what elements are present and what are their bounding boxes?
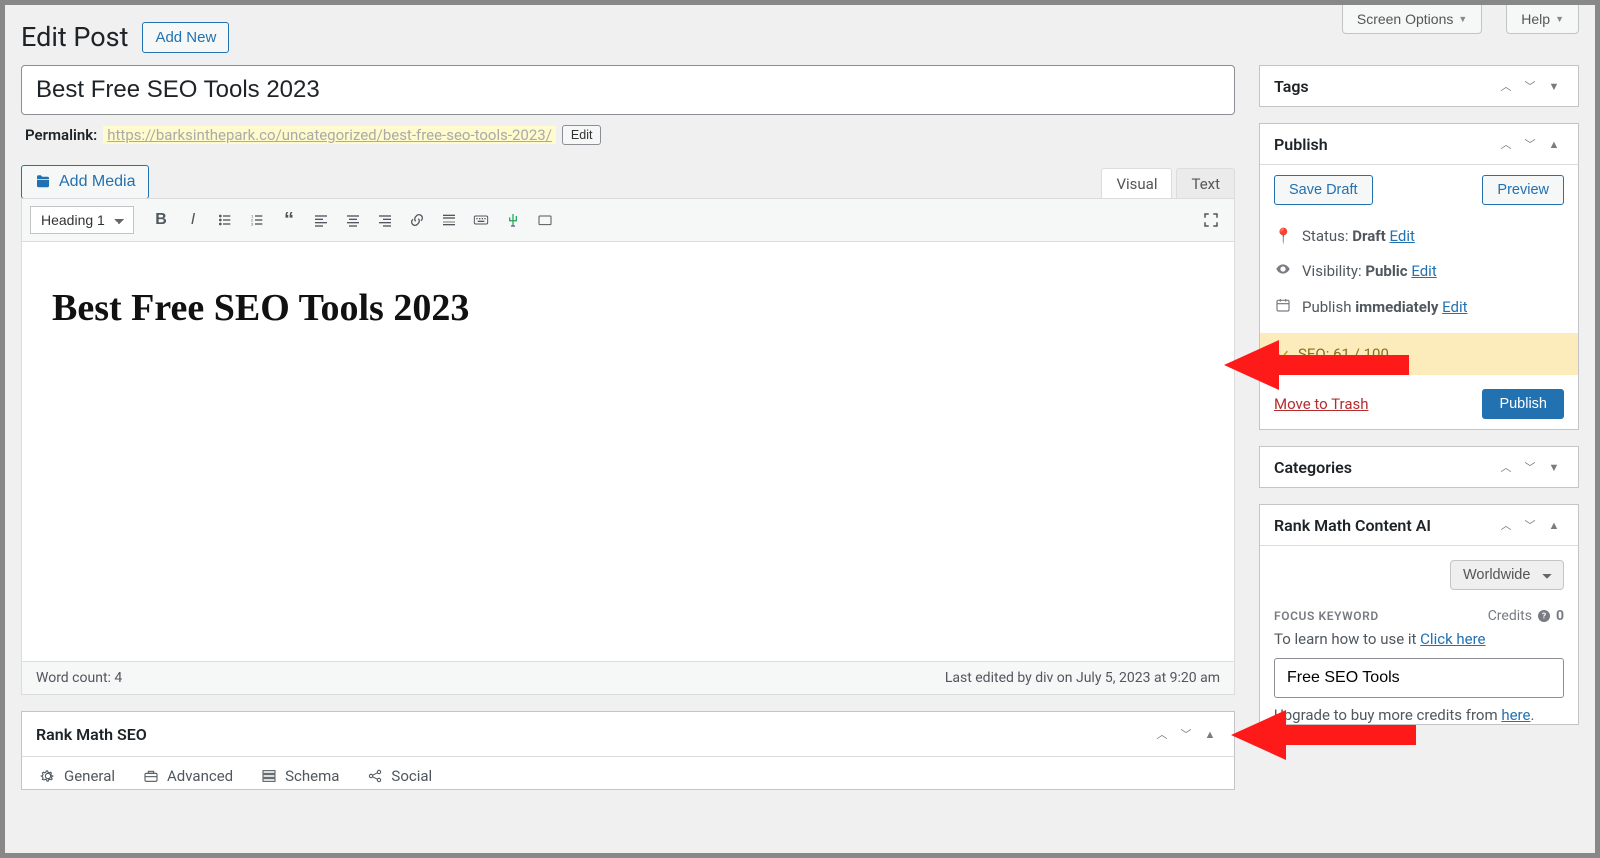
- help-button[interactable]: Help ▼: [1506, 5, 1579, 34]
- publish-button[interactable]: Publish: [1482, 389, 1564, 419]
- tab-visual[interactable]: Visual: [1101, 168, 1172, 199]
- publish-title: Publish: [1274, 135, 1328, 154]
- triangle-down-icon[interactable]: ▼: [1544, 76, 1564, 96]
- preview-button[interactable]: Preview: [1482, 175, 1564, 205]
- bullet-list-button[interactable]: [210, 205, 240, 235]
- permalink-row: Permalink: https://barksinthepark.co/unc…: [25, 125, 1235, 145]
- permalink-url[interactable]: https://barksinthepark.co/uncategorized/…: [103, 126, 556, 144]
- chevron-down-icon[interactable]: ﹀: [1520, 134, 1540, 154]
- align-left-button[interactable]: [306, 205, 336, 235]
- svg-text:?: ?: [1542, 612, 1546, 622]
- chevron-up-icon[interactable]: ︿: [1496, 134, 1516, 154]
- credits-value: 0: [1556, 608, 1564, 624]
- screen-options-label: Screen Options: [1357, 11, 1454, 27]
- chevron-up-icon[interactable]: ︿: [1496, 457, 1516, 477]
- insert-more-button[interactable]: [434, 205, 464, 235]
- annotation-arrow: [1224, 330, 1409, 400]
- chevron-down-icon: ▼: [1458, 14, 1467, 24]
- learn-link[interactable]: Click here: [1420, 630, 1485, 648]
- permalink-label: Permalink:: [25, 126, 97, 144]
- status-edit-link[interactable]: Edit: [1389, 227, 1414, 245]
- align-center-button[interactable]: [338, 205, 368, 235]
- contentai-panel: Rank Math Content AI ︿ ﹀ ▲ Worldwide FOC…: [1259, 504, 1579, 725]
- permalink-edit-button[interactable]: Edit: [562, 125, 602, 145]
- post-title-input[interactable]: [21, 65, 1235, 115]
- toolbox-icon: [143, 768, 159, 784]
- quote-button[interactable]: “: [274, 205, 304, 235]
- gear-icon: [40, 768, 56, 784]
- rankmath-title: Rank Math SEO: [36, 725, 147, 744]
- keyboard-button[interactable]: [466, 205, 496, 235]
- focus-keyword-label: FOCUS KEYWORD: [1274, 609, 1379, 623]
- add-media-label: Add Media: [59, 173, 136, 191]
- link-button[interactable]: [402, 205, 432, 235]
- last-edited: Last edited by div on July 5, 2023 at 9:…: [945, 670, 1220, 686]
- save-draft-button[interactable]: Save Draft: [1274, 175, 1373, 205]
- publish-date-edit-link[interactable]: Edit: [1442, 298, 1467, 316]
- triangle-up-icon[interactable]: ▲: [1544, 515, 1564, 535]
- svg-text:3: 3: [251, 221, 254, 226]
- editor-content[interactable]: Best Free SEO Tools 2023: [21, 242, 1235, 662]
- share-icon: [367, 768, 383, 784]
- screen-options-button[interactable]: Screen Options ▼: [1342, 5, 1482, 34]
- triangle-up-icon[interactable]: ▲: [1544, 134, 1564, 154]
- bold-button[interactable]: B: [146, 205, 176, 235]
- visibility-edit-link[interactable]: Edit: [1411, 262, 1436, 280]
- word-count: Word count: 4: [36, 670, 122, 686]
- region-select[interactable]: Worldwide: [1450, 560, 1564, 590]
- fullscreen-button[interactable]: [1196, 205, 1226, 235]
- upgrade-link[interactable]: here: [1501, 706, 1530, 724]
- credits-label: Credits: [1488, 608, 1532, 624]
- chevron-down-icon[interactable]: ﹀: [1520, 515, 1540, 535]
- chevron-up-icon[interactable]: ︿: [1496, 76, 1516, 96]
- tab-general[interactable]: General: [40, 767, 115, 785]
- format-select[interactable]: Heading 1: [30, 206, 134, 234]
- tab-social[interactable]: Social: [367, 767, 432, 785]
- focus-keyword-input[interactable]: [1274, 658, 1564, 698]
- cactus-icon[interactable]: [498, 205, 528, 235]
- tags-title: Tags: [1274, 77, 1309, 96]
- add-media-button[interactable]: Add Media: [21, 165, 149, 199]
- content-heading: Best Free SEO Tools 2023: [52, 286, 1204, 330]
- categories-title: Categories: [1274, 458, 1352, 477]
- question-icon: ?: [1536, 608, 1552, 624]
- page-title: Edit Post: [21, 21, 128, 53]
- annotation-arrow: [1231, 700, 1416, 770]
- chevron-down-icon[interactable]: ﹀: [1176, 724, 1196, 744]
- chevron-up-icon[interactable]: ︿: [1152, 724, 1172, 744]
- categories-panel: Categories ︿ ﹀ ▼: [1259, 446, 1579, 488]
- chevron-down-icon: ▼: [1555, 14, 1564, 24]
- number-list-button[interactable]: 123: [242, 205, 272, 235]
- publish-date-line: Publish immediately Edit: [1274, 289, 1564, 325]
- chevron-down-icon[interactable]: ﹀: [1520, 457, 1540, 477]
- triangle-up-icon[interactable]: ▲: [1200, 724, 1220, 744]
- eye-icon: [1274, 261, 1292, 281]
- chevron-up-icon[interactable]: ︿: [1496, 515, 1516, 535]
- rankmath-panel: Rank Math SEO ︿ ﹀ ▲ General Advanced: [21, 711, 1235, 790]
- media-icon: [34, 173, 52, 191]
- calendar-icon: [1274, 297, 1292, 317]
- italic-button[interactable]: I: [178, 205, 208, 235]
- schema-icon: [261, 768, 277, 784]
- triangle-down-icon[interactable]: ▼: [1544, 457, 1564, 477]
- pin-icon: 📍: [1274, 227, 1292, 245]
- editor-toolbar: Heading 1 B I 123 “: [21, 198, 1235, 242]
- help-label: Help: [1521, 11, 1550, 27]
- contentai-title: Rank Math Content AI: [1274, 516, 1431, 535]
- chevron-down-icon[interactable]: ﹀: [1520, 76, 1540, 96]
- tags-panel: Tags ︿ ﹀ ▼: [1259, 65, 1579, 107]
- folder-button[interactable]: [530, 205, 560, 235]
- add-new-button[interactable]: Add New: [142, 22, 229, 53]
- status-line: 📍 Status: Draft Edit: [1274, 219, 1564, 253]
- editor-status-bar: Word count: 4 Last edited by div on July…: [21, 662, 1235, 695]
- tab-text[interactable]: Text: [1176, 168, 1235, 199]
- visibility-line: Visibility: Public Edit: [1274, 253, 1564, 289]
- align-right-button[interactable]: [370, 205, 400, 235]
- tab-schema[interactable]: Schema: [261, 767, 339, 785]
- tab-advanced[interactable]: Advanced: [143, 767, 233, 785]
